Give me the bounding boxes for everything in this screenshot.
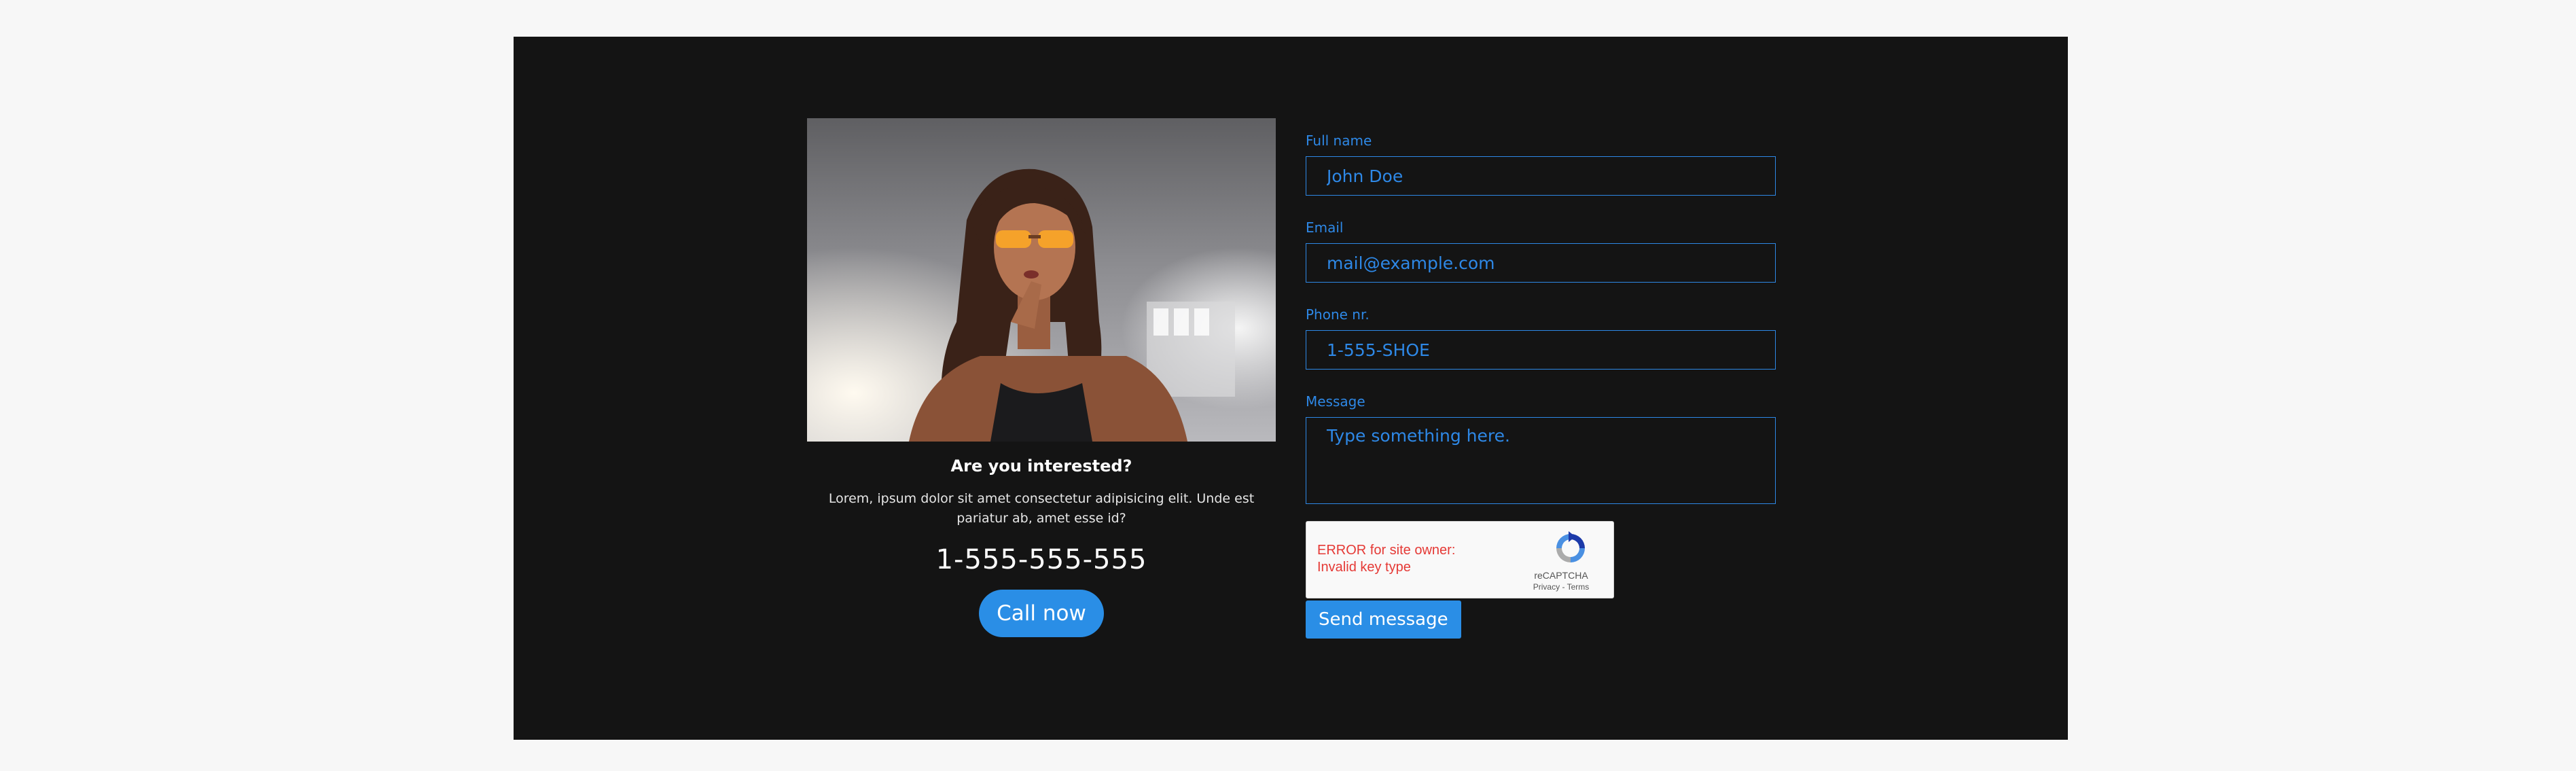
recaptcha-error-message: ERROR for site owner: Invalid key type (1317, 543, 1456, 575)
recaptcha-widget[interactable]: ERROR for site owner: Invalid key type r… (1306, 521, 1614, 598)
promo-photo-illustration (807, 118, 1276, 442)
promo-photo (807, 118, 1276, 442)
recaptcha-terms-link[interactable]: Terms (1567, 582, 1590, 592)
email-input[interactable] (1306, 243, 1776, 283)
recaptcha-privacy-link[interactable]: Privacy (1533, 582, 1560, 592)
recaptcha-link-separator: - (1560, 582, 1567, 592)
send-message-button[interactable]: Send message (1306, 600, 1461, 639)
phone-label: Phone nr. (1306, 306, 1370, 323)
full-name-input[interactable] (1306, 156, 1776, 196)
contact-section: Are you interested? Lorem, ipsum dolor s… (514, 37, 2068, 740)
message-textarea[interactable] (1306, 417, 1776, 504)
message-label: Message (1306, 393, 1365, 410)
contact-form: Full name Email Phone nr. Message ERROR … (1306, 132, 1776, 639)
recaptcha-brand: reCAPTCHA (1534, 570, 1588, 581)
phone-input[interactable] (1306, 330, 1776, 370)
promo-heading: Are you interested? (950, 456, 1132, 476)
promo-info: Are you interested? Lorem, ipsum dolor s… (807, 455, 1276, 637)
recaptcha-links: Privacy - Terms (1510, 581, 1612, 592)
recaptcha-logo-icon (1556, 531, 1585, 562)
promo-phone-number: 1-555-555-555 (935, 544, 1147, 575)
email-label: Email (1306, 219, 1344, 236)
full-name-label: Full name (1306, 132, 1372, 149)
call-now-button[interactable]: Call now (979, 590, 1104, 637)
promo-description: Lorem, ipsum dolor sit amet consectetur … (828, 491, 1255, 526)
